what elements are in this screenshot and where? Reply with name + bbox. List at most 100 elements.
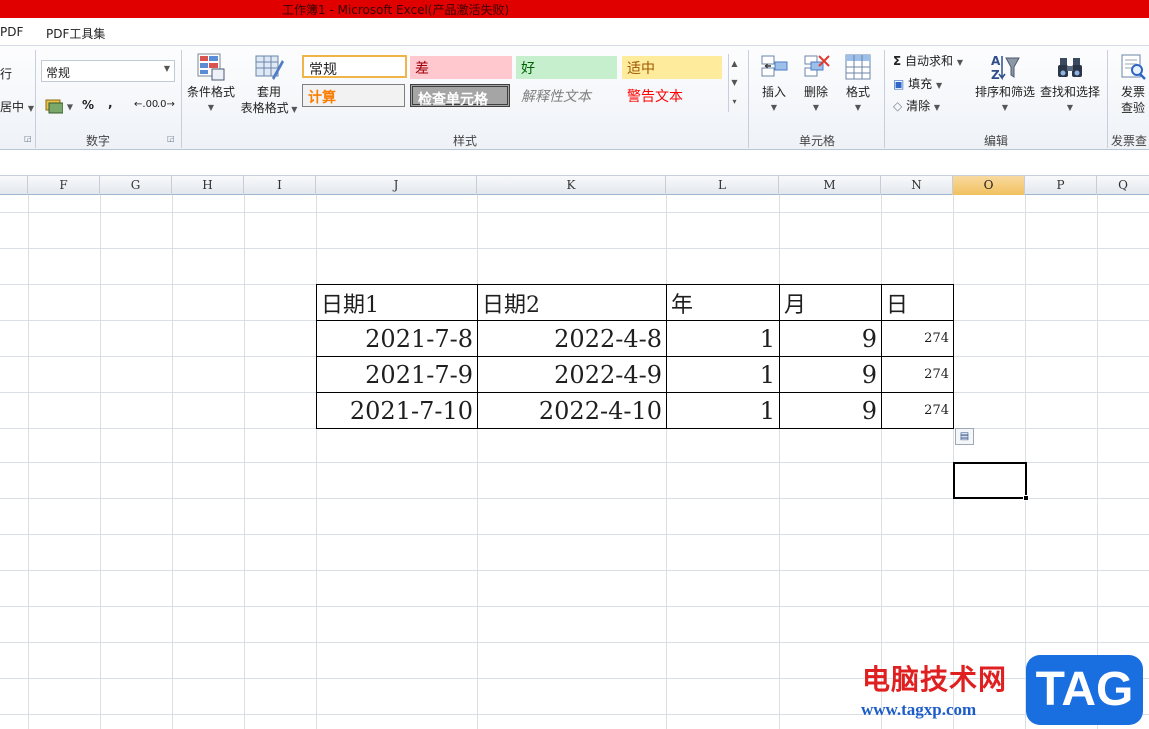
watermark-tag-logo: TAG <box>1026 655 1143 725</box>
gallery-more-icon[interactable]: ▾ <box>729 92 740 111</box>
invoice-group-label: 发票查 <box>1111 134 1148 148</box>
delete-button[interactable]: 删除 ▼ <box>796 52 836 116</box>
table-row: 2021-7-10 2022-4-10 1 9 274 <box>316 392 954 429</box>
table-cell[interactable]: 2022-4-8 <box>477 320 667 357</box>
column-header-m[interactable]: M <box>779 176 881 195</box>
formula-bar[interactable] <box>0 150 1149 176</box>
invoice-check-button[interactable]: 发票 查验 <box>1113 52 1149 116</box>
header-cell-month[interactable]: 月 <box>779 284 882 321</box>
style-good[interactable]: 好 <box>516 56 617 79</box>
group-separator <box>1107 50 1108 148</box>
group-separator <box>35 50 36 148</box>
style-neutral[interactable]: 适中 <box>622 56 722 79</box>
clear-button[interactable]: ◇ 清除 ▼ <box>893 97 940 114</box>
column-header-f[interactable]: F <box>28 176 100 195</box>
table-row: 2021-7-8 2022-4-8 1 9 274 <box>316 320 954 357</box>
merge-center-label: 居中 <box>0 100 25 114</box>
chevron-down-icon: ▼ <box>854 103 862 112</box>
number-launcher-icon[interactable]: ◲ <box>167 134 175 143</box>
column-header-row: F G H I J K L M N O P Q <box>0 176 1149 195</box>
table-cell[interactable]: 1 <box>666 320 780 357</box>
column-header-q[interactable]: Q <box>1097 176 1149 195</box>
styles-gallery-scroll[interactable]: ▲ ▼ ▾ <box>728 54 740 112</box>
style-check-cell[interactable]: 检查单元格 <box>410 84 510 108</box>
selected-cell[interactable] <box>953 462 1029 501</box>
conditional-format-label: 条件格式 <box>186 85 235 99</box>
column-header-partial[interactable] <box>0 176 28 195</box>
percent-style-button[interactable]: % <box>82 98 94 112</box>
column-header-g[interactable]: G <box>100 176 172 195</box>
column-header-p[interactable]: P <box>1025 176 1097 195</box>
invoice-search-icon <box>1118 52 1148 82</box>
grid-line <box>0 248 1149 249</box>
chevron-down-icon: ▼ <box>1066 103 1074 112</box>
format-as-table-label-1: 套用 <box>256 85 281 99</box>
scroll-up-icon[interactable]: ▲ <box>729 54 740 73</box>
style-warning[interactable]: 警告文本 <box>622 84 722 107</box>
column-header-n[interactable]: N <box>881 176 953 195</box>
header-cell-date1[interactable]: 日期1 <box>316 284 478 321</box>
header-cell-day[interactable]: 日 <box>881 284 954 321</box>
wrap-text-button[interactable]: 行 <box>0 65 12 82</box>
increase-decimal-button[interactable]: ←.00 <box>134 99 158 110</box>
column-header-j[interactable]: J <box>316 176 477 195</box>
table-cell[interactable]: 2022-4-9 <box>477 356 667 393</box>
style-explanatory[interactable]: 解释性文本 <box>516 84 617 107</box>
scroll-down-icon[interactable]: ▼ <box>729 73 740 92</box>
merge-center-button[interactable]: 居中 ▼ <box>0 98 34 115</box>
increase-decimal-label: .00 <box>142 99 159 110</box>
table-cell[interactable]: 2021-7-10 <box>316 392 478 429</box>
title-bar: 工作簿1 - Microsoft Excel(产品激活失败) <box>0 0 1149 18</box>
auto-fill-options-icon[interactable]: ▤ <box>955 428 974 445</box>
style-bad[interactable]: 差 <box>410 56 512 79</box>
table-cell[interactable]: 2021-7-8 <box>316 320 478 357</box>
table-cell[interactable]: 274 <box>881 320 954 357</box>
column-header-k[interactable]: K <box>477 176 666 195</box>
column-header-i[interactable]: I <box>244 176 316 195</box>
conditional-format-button[interactable]: 条件格式 ▼ <box>184 52 238 116</box>
watermark-site-name: 电脑技术网 <box>862 663 1008 696</box>
sort-filter-icon: A Z <box>990 52 1020 82</box>
table-cell[interactable]: 2021-7-9 <box>316 356 478 393</box>
table-cell[interactable]: 274 <box>881 356 954 393</box>
table-cell[interactable]: 9 <box>779 356 882 393</box>
find-select-button[interactable]: 查找和选择 ▼ <box>1038 52 1102 116</box>
sigma-icon: Σ <box>893 54 902 68</box>
accounting-format-button[interactable]: ▼ <box>45 98 73 114</box>
header-cell-year[interactable]: 年 <box>666 284 780 321</box>
fill-handle[interactable] <box>1023 495 1029 501</box>
sort-filter-button[interactable]: A Z 排序和筛选 ▼ <box>974 52 1036 116</box>
format-as-table-button[interactable]: 套用 表格格式 ▼ <box>238 52 300 118</box>
comma-style-button[interactable]: , <box>108 96 113 110</box>
fill-button[interactable]: ▣ 填充 ▼ <box>893 75 942 92</box>
format-button[interactable]: 格式 ▼ <box>838 52 878 116</box>
table-cell[interactable]: 9 <box>779 392 882 429</box>
table-cell[interactable]: 9 <box>779 320 882 357</box>
table-header-row: 日期1 日期2 年 月 日 <box>316 284 954 321</box>
style-calculation[interactable]: 计算 <box>302 84 405 107</box>
column-header-o[interactable]: O <box>953 176 1025 195</box>
window-title: 工作簿1 - Microsoft Excel(产品激活失败) <box>282 3 510 17</box>
tab-pdf-tools[interactable]: PDF工具集 <box>46 25 105 42</box>
alignment-launcher-icon[interactable]: ◲ <box>24 134 32 143</box>
watermark-url: www.tagxp.com <box>861 700 977 719</box>
table-cell[interactable]: 1 <box>666 356 780 393</box>
number-format-select[interactable]: 常规 ▼ <box>41 60 175 82</box>
column-header-h[interactable]: H <box>172 176 244 195</box>
table-cell[interactable]: 274 <box>881 392 954 429</box>
clear-label: 清除 <box>906 99 931 113</box>
insert-label: 插入 <box>761 85 786 99</box>
autosum-button[interactable]: Σ 自动求和 ▼ <box>893 52 963 69</box>
chevron-down-icon: ▼ <box>66 102 73 112</box>
number-group-label: 数字 <box>86 134 111 148</box>
style-normal[interactable]: 常规 <box>302 55 407 78</box>
tab-pdf[interactable]: PDF <box>0 25 23 39</box>
header-cell-date2[interactable]: 日期2 <box>477 284 667 321</box>
date-difference-table: 日期1 日期2 年 月 日 2021-7-8 2022-4-8 1 9 274 … <box>316 284 954 429</box>
table-cell[interactable]: 1 <box>666 392 780 429</box>
table-cell[interactable]: 2022-4-10 <box>477 392 667 429</box>
decrease-decimal-button[interactable]: .0→ <box>157 99 175 110</box>
group-separator <box>748 50 749 148</box>
insert-button[interactable]: 插入 ▼ <box>754 52 794 116</box>
column-header-l[interactable]: L <box>666 176 779 195</box>
